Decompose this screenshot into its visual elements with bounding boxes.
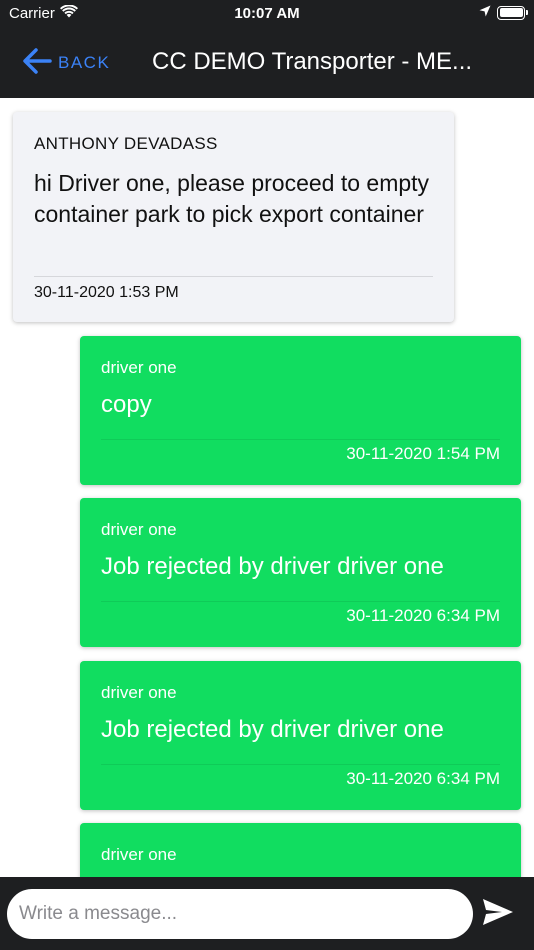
message-text: hi Driver one, please proceed to empty c…	[34, 170, 430, 227]
back-button[interactable]: BACK	[22, 46, 110, 80]
message-text: Job rejected by driver driver one	[101, 553, 444, 580]
message-sender: driver one	[101, 845, 177, 864]
message-sender: ANTHONY DEVADASS	[34, 134, 218, 153]
top-bar: Carrier 10:07 AM BACK CC DEMO Transporte…	[0, 0, 534, 98]
message-text: Job rejected by driver driver one	[101, 716, 444, 743]
message-incoming: ANTHONY DEVADASS hi Driver one, please p…	[13, 112, 454, 322]
message-divider	[101, 601, 500, 602]
message-outgoing: driver one copy 30-11-2020 1:54 PM	[80, 336, 521, 485]
send-icon	[482, 898, 514, 931]
battery-icon	[497, 5, 528, 20]
message-list[interactable]: ANTHONY DEVADASS hi Driver one, please p…	[0, 98, 534, 877]
message-divider	[34, 276, 433, 277]
message-text: copy	[101, 391, 152, 418]
message-sender: driver one	[101, 358, 177, 377]
message-outgoing: driver one Job rejected by driver driver…	[80, 661, 521, 810]
message-divider	[101, 764, 500, 765]
location-arrow-icon	[479, 4, 491, 21]
message-sender: driver one	[101, 520, 177, 539]
message-outgoing: driver one	[80, 823, 521, 877]
status-right	[479, 4, 528, 21]
status-time: 10:07 AM	[234, 5, 300, 22]
message-time: 30-11-2020 6:34 PM	[346, 606, 500, 625]
nav-header: BACK CC DEMO Transporter - ME...	[0, 28, 534, 98]
message-sender: driver one	[101, 683, 177, 702]
message-time: 30-11-2020 1:54 PM	[346, 444, 500, 463]
arrow-left-icon	[22, 47, 52, 79]
send-button[interactable]	[480, 897, 516, 931]
message-composer	[0, 877, 534, 950]
message-divider	[101, 439, 500, 440]
message-time: 30-11-2020 6:34 PM	[346, 769, 500, 788]
message-input[interactable]	[7, 889, 473, 939]
back-label: BACK	[58, 53, 111, 72]
message-time: 30-11-2020 1:53 PM	[34, 284, 179, 301]
page-title: CC DEMO Transporter - ME...	[152, 48, 473, 75]
status-bar: Carrier 10:07 AM	[0, 0, 534, 28]
message-outgoing: driver one Job rejected by driver driver…	[80, 498, 521, 647]
